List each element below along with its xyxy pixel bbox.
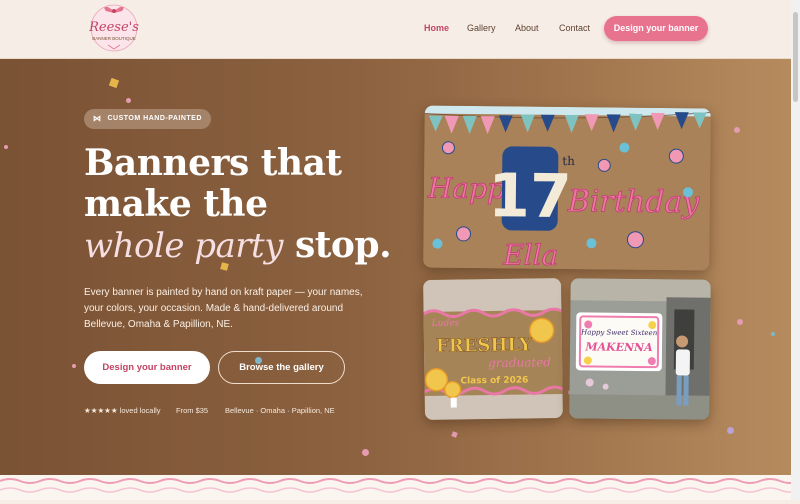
nav-home[interactable]: Home: [424, 23, 449, 33]
grad-line3: graduated: [488, 355, 551, 370]
nav-contact[interactable]: Contact: [559, 23, 590, 33]
birthday-line2: Birthday: [567, 184, 701, 220]
scrollbar-thumb[interactable]: [793, 12, 798, 102]
confetti: [4, 145, 8, 149]
brand-sub: BANNER BOUTIQUE: [92, 36, 136, 41]
design-banner-button[interactable]: Design your banner: [84, 351, 210, 384]
header-design-banner-button[interactable]: Design your banner: [604, 16, 708, 41]
confetti: [108, 77, 120, 89]
hero-description: Every banner is painted by hand on kraft…: [84, 287, 363, 330]
brand-logo[interactable]: Reese's BANNER BOUTIQUE: [86, 3, 142, 53]
headline-script: whole party: [84, 226, 283, 266]
birthday-number: 17: [488, 161, 572, 232]
price-text: From $35: [176, 406, 209, 415]
location-text: Bellevue · Omaha · Papillion, NE: [225, 406, 335, 415]
confetti: [72, 364, 76, 368]
bow-icon: ⋈: [93, 114, 102, 123]
rating-text: ★★★★★ loved locally: [84, 406, 161, 415]
headline-end: stop.: [294, 224, 392, 266]
graduation-banner-photo[interactable]: Ludes FRESHLY graduated Class of 2026: [423, 278, 563, 420]
grad-line1: Ludes: [431, 318, 460, 328]
birthday-suffix: th: [562, 154, 575, 168]
confetti: [126, 98, 131, 103]
headline-line-2: make the: [84, 183, 268, 225]
browse-gallery-button[interactable]: Browse the gallery: [218, 351, 345, 384]
hero-headline: Banners that make the whole party stop.: [84, 142, 392, 267]
birthday-name: Ella: [502, 238, 558, 270]
grad-line4: Class of 2026: [460, 376, 528, 387]
hero-section: ⋈ CUSTOM HAND-PAINTED Banners that make …: [0, 59, 800, 475]
sweet-sixteen-banner-photo[interactable]: Happy Sweet Sixteen MAKENNA: [569, 278, 711, 420]
sixteen-line2: MAKENNA: [584, 340, 653, 354]
nav-gallery[interactable]: Gallery: [467, 23, 496, 33]
birthday-banner-photo[interactable]: Happy 17 th Birthday Ella: [423, 105, 711, 271]
next-section-edge: [0, 475, 800, 500]
brand-name: Reese's: [88, 20, 139, 35]
headline-line-1: Banners that: [84, 142, 342, 184]
site-header: Reese's BANNER BOUTIQUE Home Gallery Abo…: [0, 0, 800, 59]
confetti: [771, 332, 775, 336]
confetti: [451, 431, 458, 438]
badge-label: CUSTOM HAND-PAINTED: [107, 115, 202, 122]
sixteen-line1: Happy Sweet Sixteen: [580, 328, 658, 337]
custom-badge: ⋈ CUSTOM HAND-PAINTED: [84, 109, 211, 129]
nav-about[interactable]: About: [515, 23, 539, 33]
confetti: [362, 449, 369, 456]
confetti: [734, 127, 740, 133]
confetti: [727, 427, 734, 434]
confetti: [737, 319, 743, 325]
grad-line2: FRESHLY: [436, 334, 533, 356]
